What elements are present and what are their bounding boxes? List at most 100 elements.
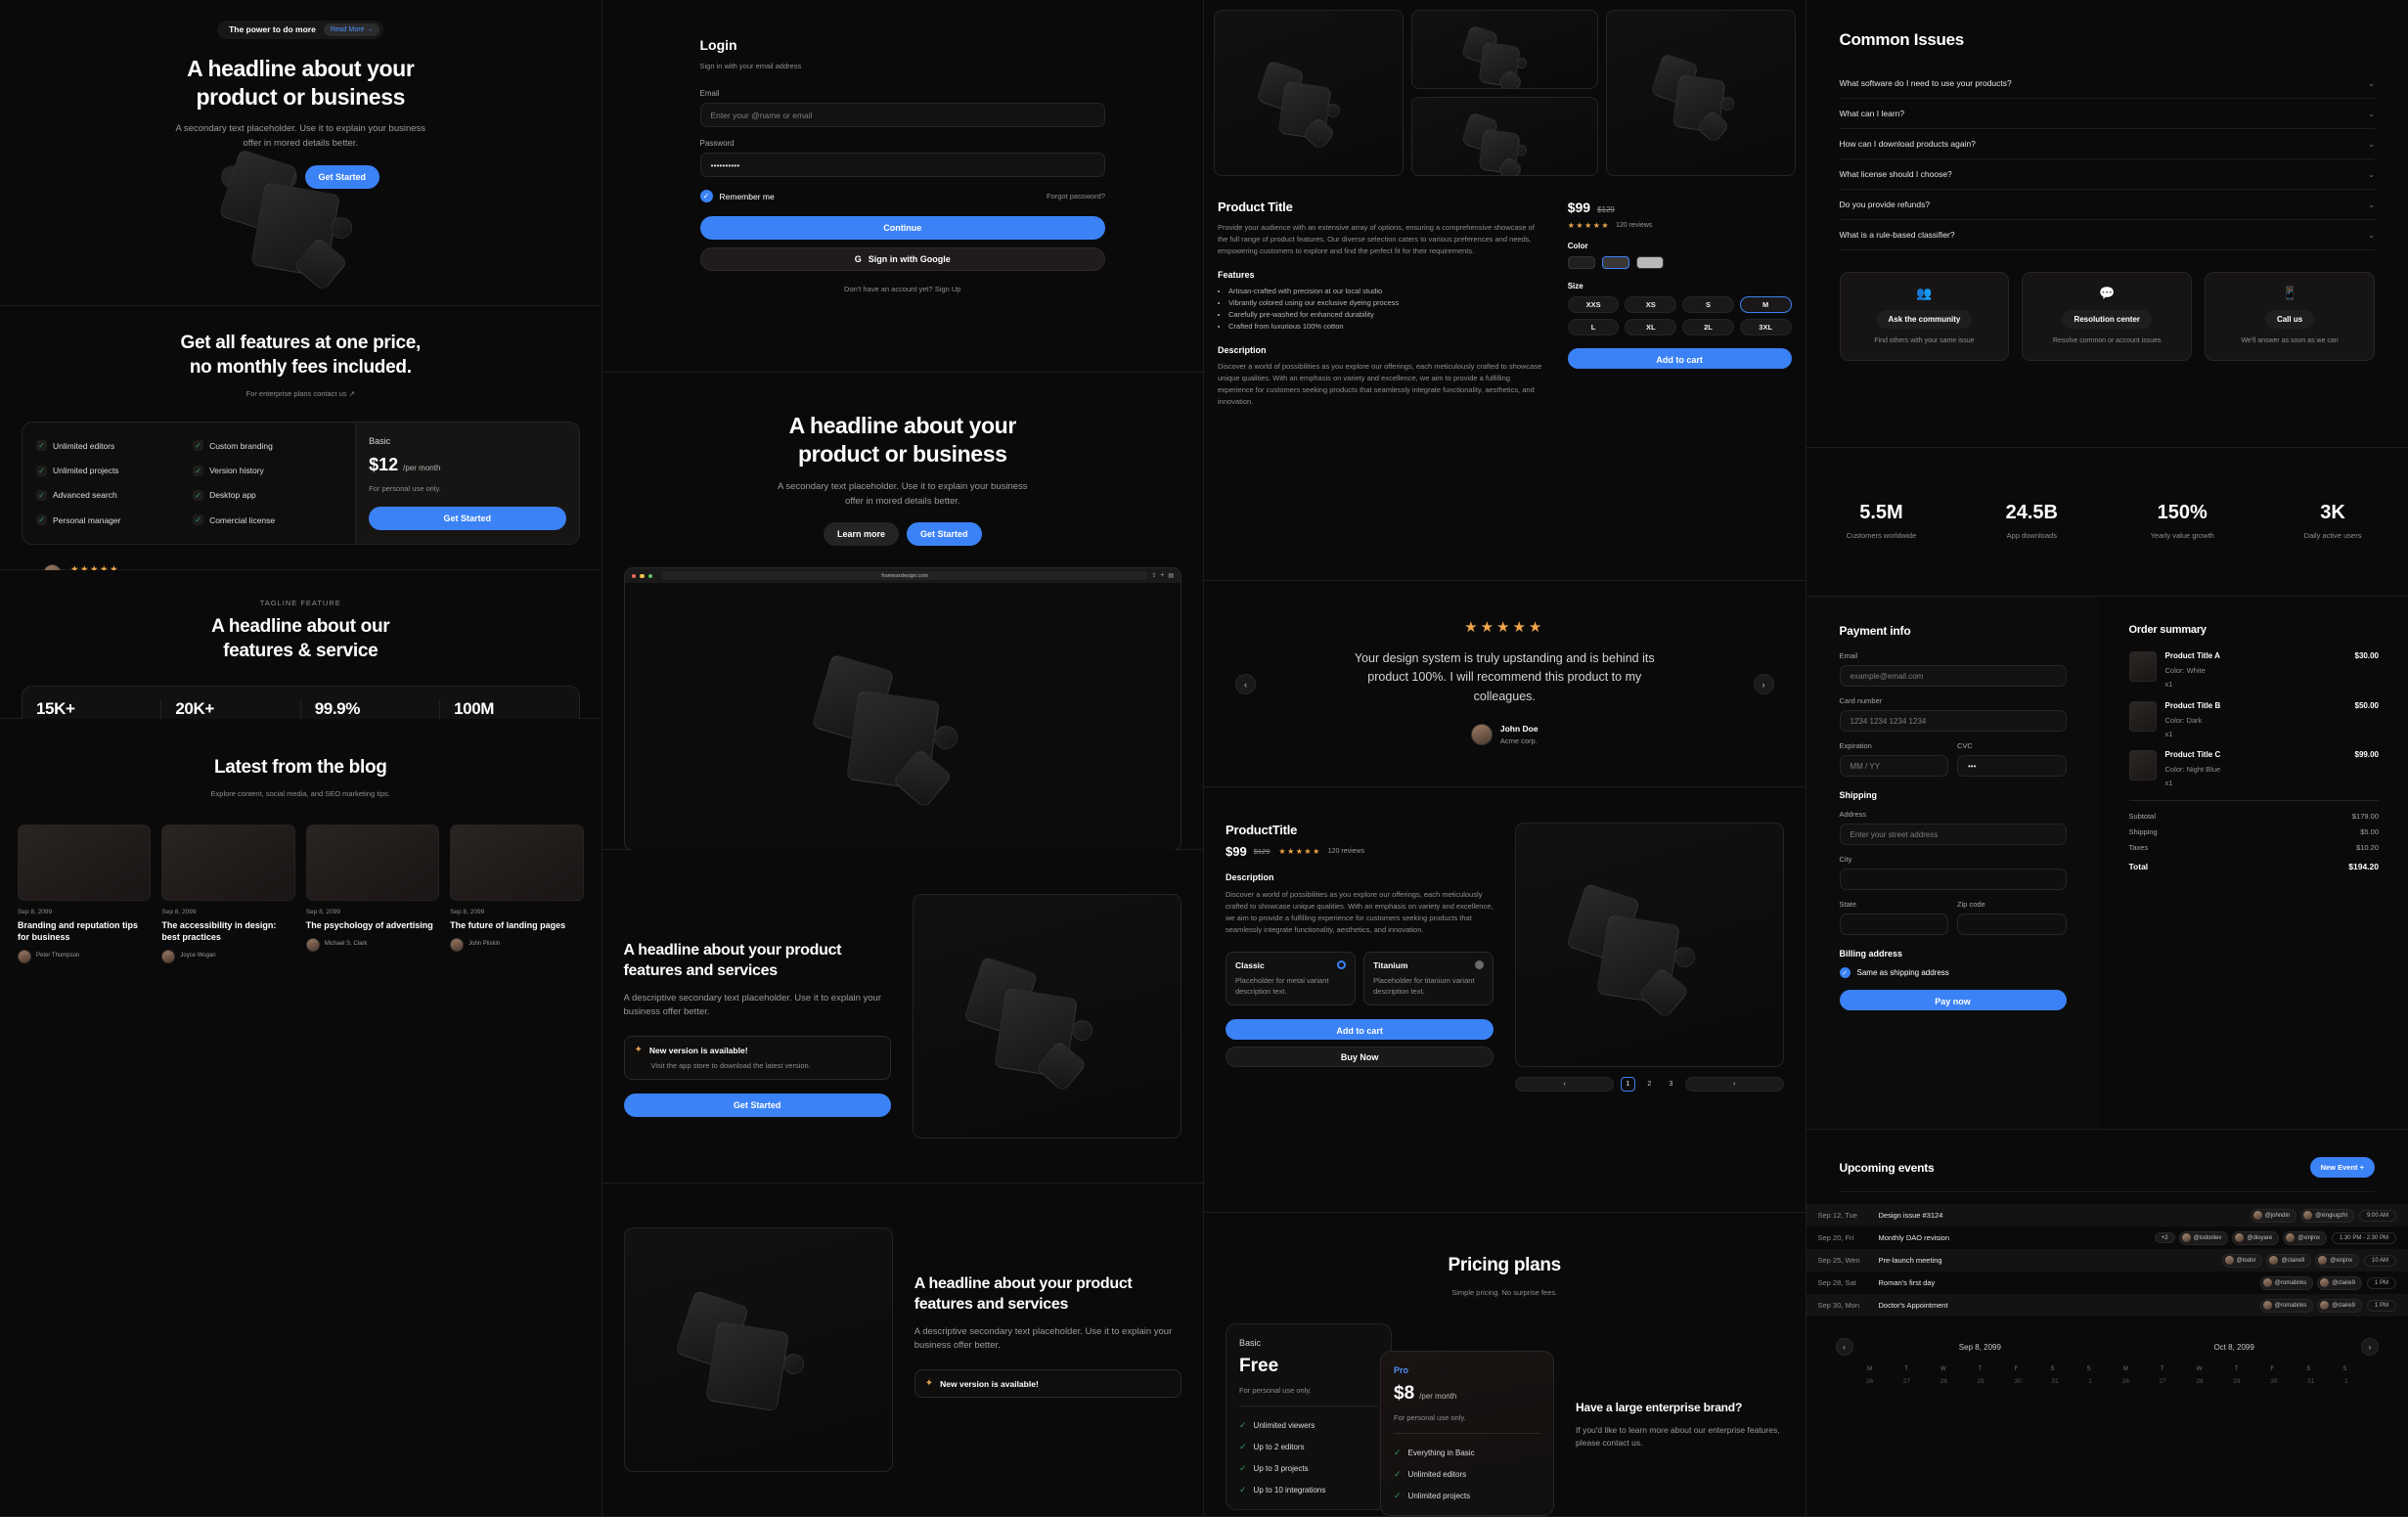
window-close-icon[interactable] <box>631 573 636 579</box>
billing-same-checkbox[interactable]: ✓ <box>1839 967 1851 978</box>
size-button-2l[interactable]: 2L <box>1682 319 1734 335</box>
chevron-down-icon: ⌄ <box>2368 169 2375 179</box>
window-minimize-icon[interactable] <box>640 573 645 579</box>
pay-now-button[interactable]: Pay now <box>1839 990 2067 1010</box>
hero2-headline: A headline about your product or busines… <box>788 413 1017 468</box>
color-swatch-gray[interactable] <box>1601 256 1629 269</box>
google-signin-button[interactable]: G Sign in with Google <box>699 247 1105 272</box>
event-row[interactable]: Sep 30, Mon Doctor's Appointment @romabn… <box>1806 1294 2408 1316</box>
feature-item: ✓ Version history <box>193 464 341 477</box>
variant-titanium[interactable]: Titanium Placeholder for titanium varian… <box>1363 951 1494 1006</box>
product-image-thumb-1[interactable] <box>1410 10 1598 89</box>
pagination-prev-button[interactable]: ‹ <box>1515 1077 1614 1092</box>
attendee-chip: @xinjinx <box>2315 1253 2359 1268</box>
payment-email-label: Email <box>1839 651 1858 660</box>
state-input[interactable] <box>1839 914 1948 935</box>
expiration-input[interactable] <box>1839 755 1948 777</box>
new-tab-icon[interactable]: + <box>1160 572 1164 579</box>
add-to-cart-button[interactable]: Add to cart <box>1567 348 1792 369</box>
zip-label: Zip code <box>1957 900 1985 909</box>
product-image-main[interactable] <box>1214 10 1404 176</box>
plan-get-started-button[interactable]: Get Started <box>369 506 566 530</box>
enterprise-contact-link[interactable]: For enterprise plans contact us ↗ <box>22 388 580 399</box>
hero-learn-more-button[interactable]: Learn more <box>221 164 297 189</box>
check-icon: ✓ <box>36 489 47 501</box>
ask-community-button[interactable]: Ask the community <box>1876 310 1973 330</box>
tabs-overview-icon[interactable]: ▤ <box>1168 572 1174 579</box>
event-row[interactable]: Sep 25, Wen Pre-launch meeting @todor @c… <box>1806 1249 2408 1272</box>
forgot-password-link[interactable]: Forgot password? <box>1047 191 1105 201</box>
blog-card[interactable]: Sep 8, 2099 Branding and reputation tips… <box>18 824 152 964</box>
hero2-get-started-button[interactable]: Get Started <box>907 522 982 547</box>
remember-me-checkbox[interactable]: ✓ <box>699 190 713 203</box>
share-icon[interactable]: ⇪ <box>1151 572 1156 579</box>
continue-button[interactable]: Continue <box>699 216 1105 241</box>
city-input[interactable] <box>1839 869 2067 890</box>
enterprise-headline: Have a large enterprise brand? <box>1576 1400 1743 1414</box>
plan-basic-price: Free <box>1239 1355 1279 1376</box>
carousel-next-button[interactable]: › <box>1753 674 1774 694</box>
calendar-days-row[interactable]: 26 27 28 29 30 31 1 <box>1851 1378 2108 1385</box>
password-input[interactable] <box>699 153 1105 178</box>
event-row[interactable]: Sep 28, Sat Roman's first day @romabnks … <box>1806 1272 2408 1294</box>
faq-item-3[interactable]: What license should I choose? ⌄ <box>1839 159 2375 191</box>
faq-item-0[interactable]: What software do I need to use your prod… <box>1839 68 2375 100</box>
calendar-weekdays: MT WT FS S <box>2122 1366 2347 1372</box>
payment-email-input[interactable] <box>1839 665 2067 687</box>
hero2-learn-more-button[interactable]: Learn more <box>823 522 899 547</box>
faq-item-4[interactable]: Do you provide refunds? ⌄ <box>1839 190 2375 221</box>
blog-card[interactable]: Sep 8, 2099 The psychology of advertisin… <box>305 824 440 963</box>
address-input[interactable] <box>1839 824 2067 845</box>
calendar-days-row[interactable]: 26 27 28 29 30 31 1 <box>2107 1378 2363 1385</box>
variant-classic[interactable]: Classic Placeholder for metal variant de… <box>1226 951 1357 1006</box>
event-row[interactable]: Sep 20, Fri Monthly DAO revision +2 @tod… <box>1806 1227 2408 1249</box>
new-event-button[interactable]: New Event + <box>2309 1157 2375 1178</box>
product-image-thumb-3[interactable] <box>1606 10 1796 176</box>
hero-get-started-button[interactable]: Get Started <box>304 164 380 189</box>
blog-card[interactable]: Sep 8, 2099 The future of landing pages … <box>450 824 584 963</box>
browser-url-bar[interactable]: framesxdesign.com <box>662 571 1148 581</box>
size-button-s[interactable]: S <box>1682 296 1734 313</box>
calendar-prev-button[interactable]: ‹ <box>1835 1338 1853 1356</box>
check-icon: ✓ <box>193 440 204 452</box>
email-input[interactable] <box>699 103 1105 128</box>
hero-badge-readmore[interactable]: Read More → <box>323 22 380 36</box>
resolution-center-button[interactable]: Resolution center <box>2062 310 2153 330</box>
blog-card[interactable]: Sep 8, 2099 The accessibility in design:… <box>161 824 295 964</box>
chevron-down-icon: ⌄ <box>2368 200 2375 209</box>
pagination-page-3[interactable]: 3 <box>1664 1077 1678 1092</box>
pagination-next-button[interactable]: › <box>1684 1077 1784 1092</box>
zip-input[interactable] <box>1957 914 2067 935</box>
size-button-xl[interactable]: XL <box>1625 319 1677 335</box>
size-button-m[interactable]: M <box>1739 296 1792 313</box>
color-swatch-dark[interactable] <box>1567 256 1595 269</box>
product2-add-to-cart-button[interactable]: Add to cart <box>1226 1019 1494 1041</box>
signup-link[interactable]: Don't have an account yet? Sign Up <box>700 284 1106 294</box>
size-button-xs[interactable]: XS <box>1625 296 1677 313</box>
faq-item-5[interactable]: What is a rule-based classifier? ⌄ <box>1839 220 2375 251</box>
calendar-next-button[interactable]: › <box>2361 1338 2379 1356</box>
window-maximize-icon[interactable] <box>647 573 652 579</box>
carousel-prev-button[interactable]: ‹ <box>1235 674 1256 694</box>
event-row[interactable]: Sep 12, Tue Design issue #3124 @johndin … <box>1806 1204 2408 1227</box>
summary-taxes: Taxes $10.20 <box>2128 842 2380 852</box>
call-us-button[interactable]: Call us <box>2264 310 2315 330</box>
size-button-xxs[interactable]: XXS <box>1567 296 1620 313</box>
size-button-3xl[interactable]: 3XL <box>1739 319 1792 335</box>
help-card-resolution[interactable]: 💬 Resolution center Resolve common or ac… <box>2022 272 2193 361</box>
pagination-page-2[interactable]: 2 <box>1642 1077 1657 1092</box>
product-image-thumb-2[interactable] <box>1410 97 1598 176</box>
faq-item-2[interactable]: How can I download products again? ⌄ <box>1839 129 2375 160</box>
card-number-input[interactable] <box>1839 710 2067 732</box>
color-swatch-light[interactable] <box>1635 256 1664 269</box>
pagination-page-1[interactable]: 1 <box>1620 1077 1635 1092</box>
faq-item-1[interactable]: What can I learn? ⌄ <box>1839 99 2375 130</box>
cvc-input[interactable] <box>1957 755 2067 777</box>
product2-buy-now-button[interactable]: Buy Now <box>1226 1047 1494 1068</box>
feature-a-cta-button[interactable]: Get Started <box>623 1093 891 1118</box>
size-button-l[interactable]: L <box>1567 319 1620 335</box>
product2-price: $99 <box>1226 844 1247 859</box>
help-card-community[interactable]: 👥 Ask the community Find others with you… <box>1839 272 2010 361</box>
hero-badge[interactable]: The power to do more Read More → <box>217 20 384 39</box>
help-card-call[interactable]: 📱 Call us We'll answer as soon as we can <box>2205 272 2375 361</box>
